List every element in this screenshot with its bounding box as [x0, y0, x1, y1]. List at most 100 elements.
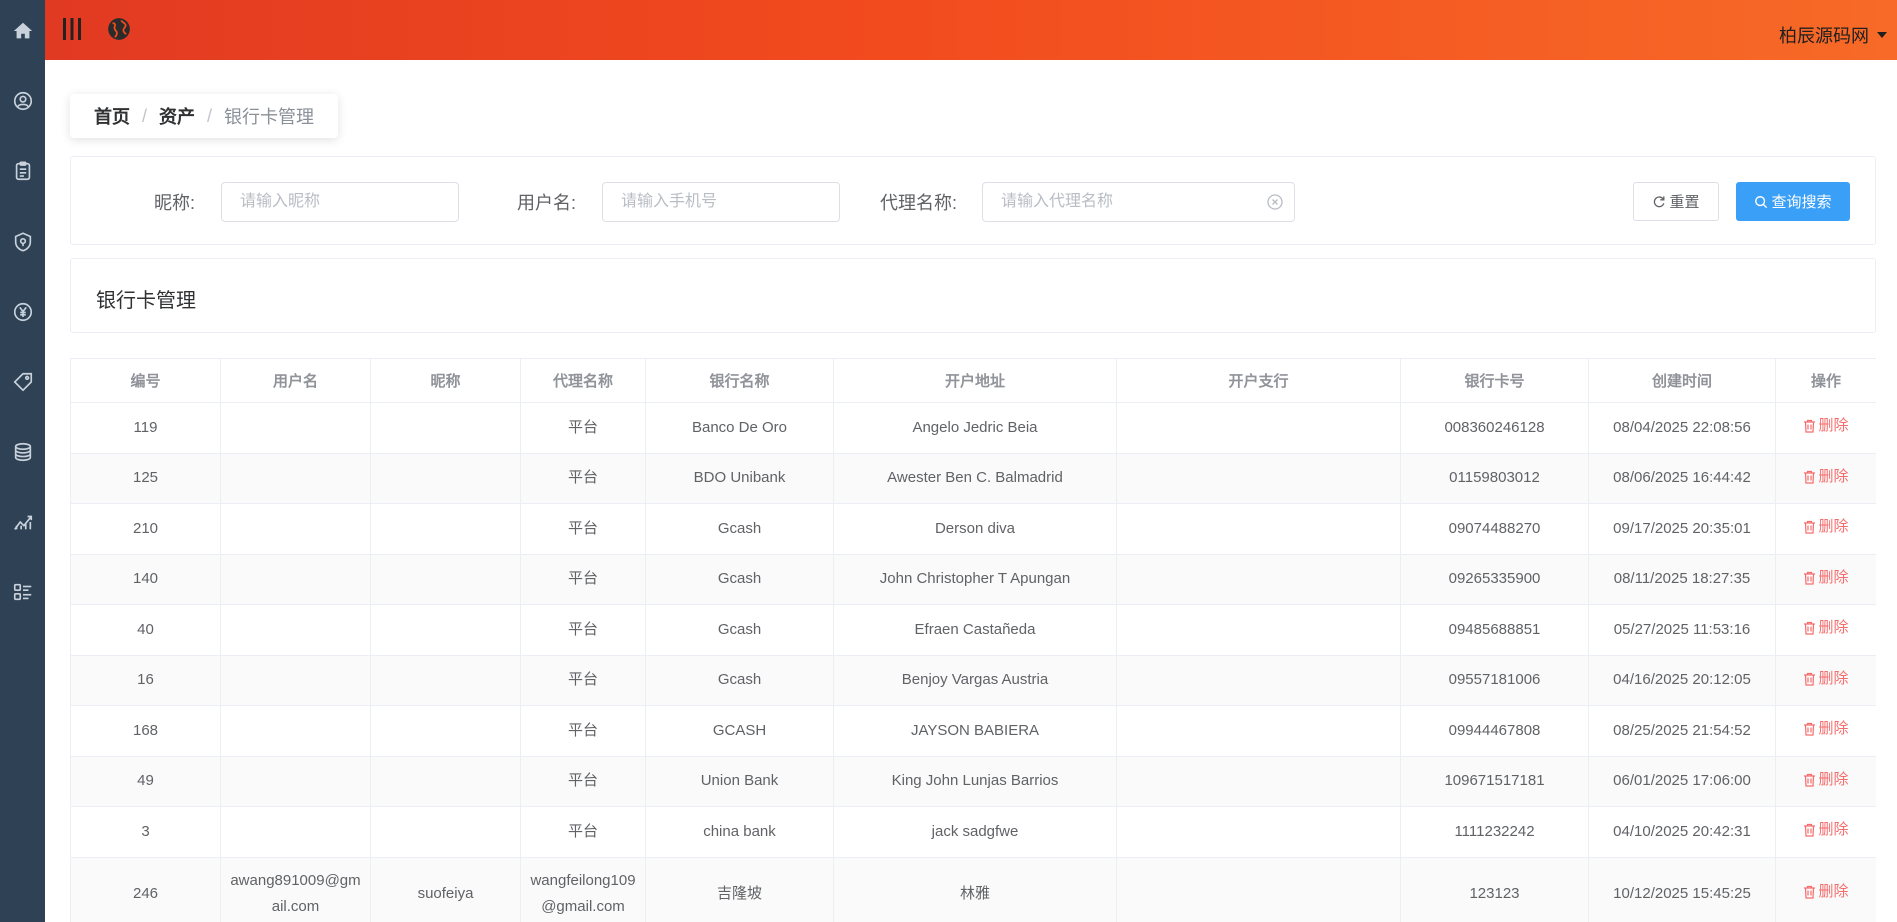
- breadcrumb-home[interactable]: 首页: [94, 103, 130, 129]
- nickname-input[interactable]: [221, 182, 459, 222]
- cell-card-number: 1111232242: [1400, 806, 1589, 858]
- yen-icon[interactable]: [9, 298, 36, 325]
- title-panel: 银行卡管理: [70, 258, 1876, 333]
- cell-username: awang891009@gmail.com: [220, 856, 371, 922]
- search-button[interactable]: 查询搜索: [1736, 182, 1850, 221]
- cell-address: Derson diva: [833, 503, 1117, 555]
- cell-address: Benjoy Vargas Austria: [833, 654, 1117, 706]
- search-panel: 昵称: 用户名: 代理名称: 重置 查询搜索: [70, 156, 1876, 245]
- trash-icon: [1804, 672, 1816, 686]
- cell-branch: [1116, 503, 1401, 555]
- shield-icon[interactable]: [9, 228, 36, 255]
- cell-address: Awester Ben C. Balmadrid: [833, 452, 1117, 504]
- username-input[interactable]: [602, 182, 840, 222]
- clipboard-icon[interactable]: [9, 157, 36, 184]
- cell-card-number: 109671517181: [1400, 755, 1589, 807]
- cell-username: [220, 604, 371, 656]
- cell-card-number: 09944467808: [1400, 705, 1589, 757]
- cell-address: 林雅: [833, 856, 1117, 922]
- table-row: 3 平台 china bank jack sadgfwe 1111232242 04/10…: [70, 806, 1876, 858]
- cell-card-number: 123123: [1400, 856, 1589, 922]
- reset-label: 重置: [1669, 194, 1700, 211]
- delete-button[interactable]: 删除: [1803, 666, 1849, 692]
- username-label: 用户名:: [517, 193, 577, 213]
- agent-input[interactable]: [982, 182, 1295, 222]
- delete-button[interactable]: 删除: [1803, 413, 1849, 439]
- table-row: 125 平台 BDO Unibank Awester Ben C. Balmadrid…: [70, 452, 1876, 504]
- top-header: 柏辰源码网: [45, 0, 1897, 60]
- home-icon[interactable]: [9, 17, 36, 44]
- cell-nickname: suofeiya: [370, 856, 521, 922]
- coins-icon[interactable]: [9, 438, 36, 465]
- table-header-row: 编号 用户名 昵称 代理名称 银行名称 开户地址 开户支行 银行卡号 创建时间 …: [70, 358, 1876, 403]
- delete-button[interactable]: 删除: [1803, 879, 1849, 905]
- cell-nickname: [370, 402, 521, 454]
- cell-nickname: [370, 503, 521, 555]
- delete-button[interactable]: 删除: [1803, 565, 1849, 591]
- cell-nickname: [370, 806, 521, 858]
- column-header: 编号: [70, 358, 221, 403]
- search-icon: [1755, 195, 1768, 208]
- table-row: 168 平台 GCASH JAYSON BABIERA 09944467808 08/25…: [70, 705, 1876, 757]
- cell-actions: 删除: [1775, 654, 1876, 706]
- cell-id: 16: [70, 654, 221, 706]
- cell-username: [220, 755, 371, 807]
- menu-toggle-icon[interactable]: [60, 16, 84, 42]
- cell-nickname: [370, 452, 521, 504]
- cell-created-time: 09/17/2025 20:35:01: [1588, 503, 1776, 555]
- cell-agent: wangfeilong109@gmail.com: [520, 856, 646, 922]
- trash-icon: [1804, 420, 1816, 433]
- delete-button[interactable]: 删除: [1803, 514, 1849, 540]
- delete-button[interactable]: 删除: [1803, 767, 1849, 793]
- column-header: 银行卡号: [1400, 358, 1589, 403]
- user-name: 柏辰源码网: [1779, 26, 1869, 46]
- globe-icon[interactable]: [106, 16, 132, 42]
- cell-nickname: [370, 604, 521, 656]
- agent-label: 代理名称:: [880, 193, 958, 213]
- cell-address: Efraen Castañeda: [833, 604, 1117, 656]
- user-circle-icon[interactable]: [9, 87, 36, 114]
- delete-label: 删除: [1818, 821, 1849, 839]
- cell-id: 40: [70, 604, 221, 656]
- cell-created-time: 04/10/2025 20:42:31: [1588, 806, 1776, 858]
- panel-title: 银行卡管理: [96, 290, 196, 312]
- cell-actions: 删除: [1775, 503, 1876, 555]
- cell-nickname: [370, 755, 521, 807]
- delete-button[interactable]: 删除: [1803, 615, 1849, 641]
- cell-address: JAYSON BABIERA: [833, 705, 1117, 757]
- list-icon[interactable]: [9, 578, 36, 605]
- cell-username: [220, 503, 371, 555]
- cell-id: 210: [70, 503, 221, 555]
- tag-icon[interactable]: [9, 368, 36, 395]
- cell-bank: Banco De Oro: [645, 402, 834, 454]
- trash-icon: [1804, 723, 1816, 736]
- cell-id: 168: [70, 705, 221, 757]
- cell-id: 49: [70, 755, 221, 807]
- delete-label: 删除: [1818, 770, 1849, 788]
- trash-icon: [1804, 521, 1816, 534]
- delete-button[interactable]: 删除: [1803, 716, 1849, 742]
- search-label: 查询搜索: [1771, 194, 1832, 211]
- cell-address: King John Lunjas Barrios: [833, 755, 1117, 807]
- cell-actions: 删除: [1775, 452, 1876, 504]
- cell-actions: 删除: [1775, 402, 1876, 454]
- cell-created-time: 10/12/2025 15:45:25: [1588, 856, 1776, 922]
- cell-created-time: 04/16/2025 20:12:05: [1588, 654, 1776, 706]
- user-menu[interactable]: 柏辰源码网: [1779, 22, 1887, 48]
- delete-button[interactable]: 删除: [1803, 464, 1849, 490]
- cell-address: John Christopher T Apungan: [833, 553, 1117, 605]
- cell-username: [220, 806, 371, 858]
- cell-bank: Gcash: [645, 604, 834, 656]
- cell-created-time: 08/06/2025 16:44:42: [1588, 452, 1776, 504]
- cell-actions: 删除: [1775, 553, 1876, 605]
- reset-button[interactable]: 重置: [1633, 182, 1719, 221]
- breadcrumb-section[interactable]: 资产: [159, 103, 195, 129]
- cell-agent: 平台: [520, 755, 646, 807]
- delete-button[interactable]: 删除: [1803, 817, 1849, 843]
- delete-label: 删除: [1818, 720, 1849, 738]
- cell-agent: 平台: [520, 553, 646, 605]
- trash-icon: [1804, 824, 1816, 837]
- cell-bank: Union Bank: [645, 755, 834, 807]
- chart-line-icon[interactable]: [9, 508, 36, 535]
- clear-input-icon[interactable]: [1267, 194, 1283, 210]
